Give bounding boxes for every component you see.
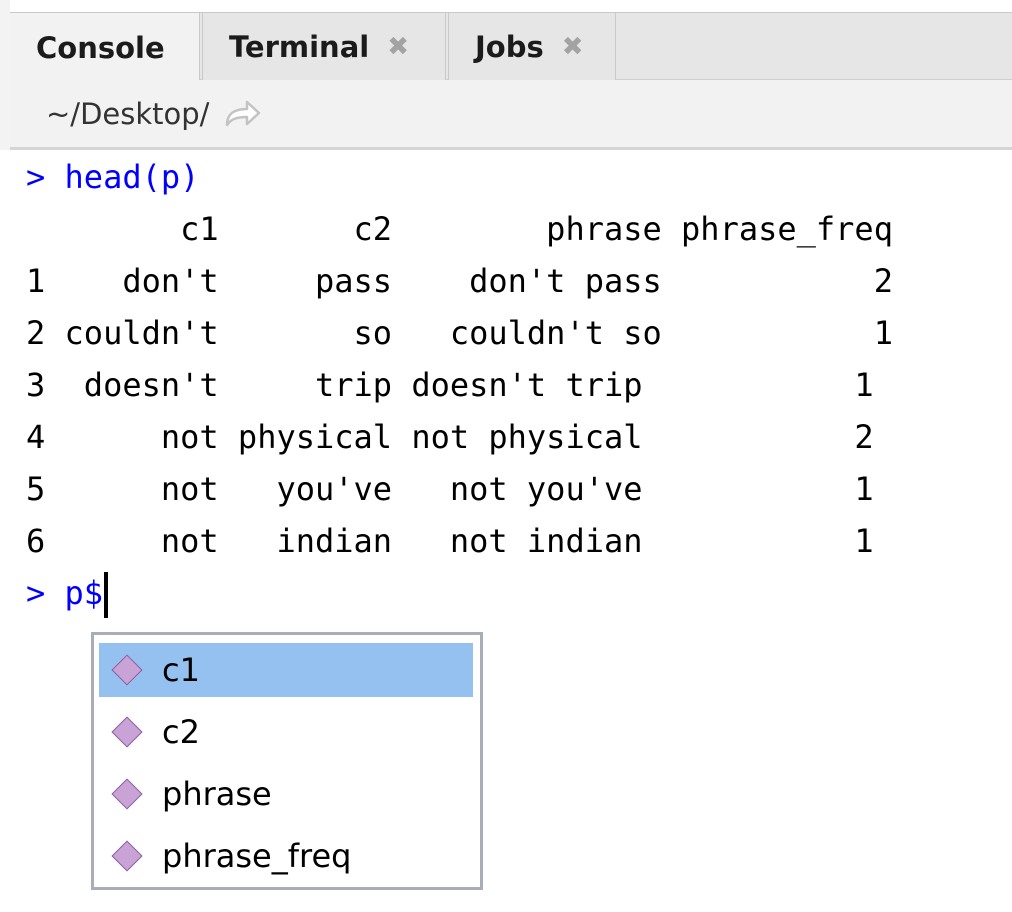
tab-jobs-label: Jobs (475, 30, 544, 64)
close-icon[interactable]: ✖ (562, 32, 584, 62)
autocomplete-item-label: phrase (162, 775, 272, 813)
working-directory-bar: ~/Desktop/ (10, 80, 1012, 150)
autocomplete-item-phrase[interactable]: phrase (99, 767, 473, 821)
autocomplete-item-c2[interactable]: c2 (99, 705, 473, 759)
tab-terminal-label: Terminal (229, 30, 370, 64)
table-row: 3 doesn't trip doesn't trip 1 (26, 366, 874, 404)
table-header-row: c1 c2 phrase phrase_freq (26, 210, 893, 248)
rstudio-console-pane: Console Terminal ✖ Jobs ✖ ~/Desktop/ > h… (0, 0, 1012, 912)
console-command-input[interactable]: p$ (65, 574, 104, 612)
console-input-line: > head(p) (26, 151, 199, 203)
tab-console[interactable]: Console (10, 13, 200, 82)
left-gutter (0, 0, 10, 150)
autocomplete-item-c1[interactable]: c1 (99, 643, 473, 697)
autocomplete-item-label: phrase_freq (162, 837, 352, 875)
autocomplete-item-label: c1 (162, 651, 200, 689)
console-input-line[interactable]: > p$ (26, 567, 109, 619)
table-row: 5 not you've not you've 1 (26, 470, 874, 508)
diamond-variable-icon (111, 778, 143, 810)
arrow-redirect-icon[interactable] (223, 99, 263, 129)
close-icon[interactable]: ✖ (387, 32, 409, 62)
working-directory-path: ~/Desktop/ (46, 96, 210, 131)
tab-terminal[interactable]: Terminal ✖ (202, 13, 446, 81)
console-command: head(p) (64, 158, 200, 196)
console-prompt: > (26, 158, 65, 196)
autocomplete-item-label: c2 (162, 713, 200, 751)
console-prompt: > (26, 574, 65, 612)
table-row: 4 not physical not physical 2 (26, 418, 874, 456)
tab-jobs[interactable]: Jobs ✖ (448, 13, 616, 81)
diamond-variable-icon (111, 654, 143, 686)
text-cursor (104, 572, 109, 618)
autocomplete-item-phrase-freq[interactable]: phrase_freq (99, 829, 473, 883)
table-row: 2 couldn't so couldn't so 1 (26, 314, 893, 352)
diamond-variable-icon (111, 716, 143, 748)
tab-bar: Console Terminal ✖ Jobs ✖ (10, 12, 1012, 82)
table-row: 6 not indian not indian 1 (26, 522, 874, 560)
autocomplete-popup: c1 c2 phrase phrase_freq (91, 632, 483, 890)
tab-console-label: Console (36, 30, 165, 65)
diamond-variable-icon (111, 840, 143, 872)
table-row: 1 don't pass don't pass 2 (26, 262, 893, 300)
